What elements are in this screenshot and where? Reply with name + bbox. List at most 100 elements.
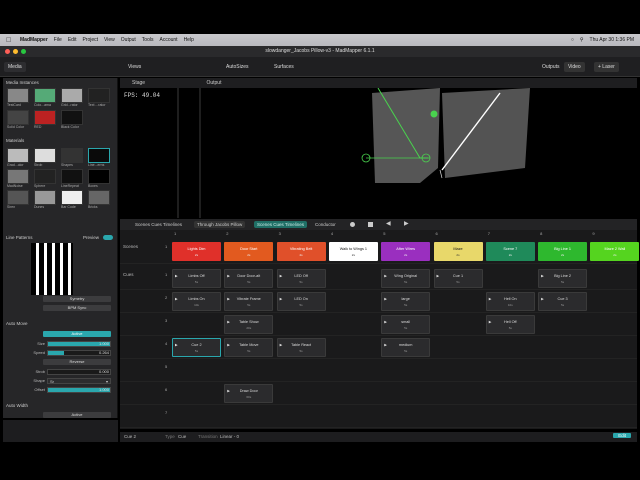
cue-cell[interactable]: ▶ Big Line 2 5s [538,269,588,288]
menu-output[interactable]: Output [121,37,136,43]
cue-cell[interactable]: ▶ Hell On 10s [485,292,535,311]
menubar:  MadMapper File Edit Project View Outpu… [0,34,640,46]
material-thumb[interactable] [61,190,83,205]
material-thumb[interactable] [61,148,83,163]
auto-move-active-button[interactable]: Active [43,331,111,337]
cue-cell[interactable]: ▶ Cue 2 5s [172,338,221,357]
next-button[interactable]: ▶ [404,220,409,227]
media-thumb[interactable] [34,110,56,125]
cue-cell[interactable]: ▶ large 5s [381,292,431,311]
column-number: 1 [174,231,177,236]
shape-select[interactable]: Sr ▾ [47,378,111,384]
window-title: slowdanger_Jacobs Pillow-v3 - MadMapper … [265,48,375,54]
minimize-window-button[interactable] [13,49,18,54]
tab-conductor[interactable]: Conductor [312,221,339,228]
material-label: Sphere [34,184,46,188]
material-thumb[interactable] [88,190,110,205]
scene-cell[interactable]: Maze 2s [433,242,483,261]
stage-view[interactable]: Stage Output FPS: 49.04 [120,78,637,218]
preview-toggle[interactable] [103,235,113,240]
scene-cell[interactable]: After Wires 2s [381,242,431,261]
menu-app[interactable]: MadMapper [20,37,48,43]
views-button[interactable]: Views [124,62,145,72]
material-thumb[interactable] [34,190,56,205]
cue-duration: 60s [246,395,252,399]
output-label[interactable]: Output [206,80,221,86]
media-thumb[interactable] [61,88,83,103]
media-thumb[interactable] [7,88,29,103]
close-window-button[interactable] [5,49,10,54]
cue-name: Big Line 2 [554,274,572,278]
cue-cell[interactable]: ▶ Wing Original 5s [381,269,431,288]
zoom-window-button[interactable] [21,49,26,54]
cue-cell[interactable]: ▶ Limbs On 10s [172,292,221,311]
menu-help[interactable]: Help [184,37,194,43]
scene-duration: 2s [404,253,408,257]
auto-width-active-button[interactable]: Active [43,412,111,418]
apple-icon[interactable]:  [6,37,14,44]
surfaces-button[interactable]: Surfaces [270,62,298,72]
reverse-button[interactable]: Reverse [43,359,111,365]
cue-name: Cue 1 [452,274,464,278]
scene-cell[interactable]: Walk to Wings 1 2s [328,242,378,261]
cue-cell[interactable]: ▶ Table Move 5s [224,338,274,357]
media-button[interactable]: Media [4,62,26,72]
material-thumb[interactable] [88,169,110,184]
material-thumb[interactable] [7,169,29,184]
cue-cell[interactable]: ▶ small 5s [381,315,431,334]
scene-cell[interactable]: Big Line 1 2s [538,242,588,261]
cue-duration: 5s [194,280,199,284]
cue-cell[interactable]: ▶ Table Show 20s [224,315,274,334]
material-thumb[interactable] [7,190,29,205]
outputs-button[interactable]: Outputs [538,62,564,72]
cue-cell[interactable]: ▶ medium 5s [381,338,431,357]
menu-view[interactable]: View [104,37,115,43]
cue-cell[interactable]: ▶ Door Door-alt 5s [224,269,274,288]
symetry-button[interactable]: Symetry [43,296,111,302]
material-thumb[interactable] [34,148,56,163]
media-thumb[interactable] [61,110,83,125]
cue-cell[interactable]: ▶ Table React 5s [276,338,326,357]
tab-scenes-cues-timelines[interactable]: Scenes Cues Timelines [254,221,308,228]
tab-through-jacobs[interactable]: Through Jacobs Pillow [194,221,246,228]
add-laser-button[interactable]: + Laser [594,62,619,72]
cue-cell[interactable]: ▶ LED On 5s [276,292,326,311]
menu-file[interactable]: File [54,37,62,43]
stop-button[interactable] [368,222,373,227]
stage-canvas[interactable] [120,88,637,218]
scene-cell[interactable]: Maze 2 Wall 2s [590,242,640,261]
cue-name: Table Move [239,343,259,347]
video-button[interactable]: Video [564,62,585,72]
wifi-icon[interactable]: ○ [571,37,574,43]
record-button[interactable] [350,222,355,227]
cue-cell[interactable]: ▶ LED Off 5s [276,269,326,288]
bpm-sync-button[interactable]: BPM Sync [43,305,111,311]
search-icon[interactable]: ⚲ [580,37,584,43]
media-thumb[interactable] [7,110,29,125]
edit-button[interactable]: Edit [613,433,631,438]
menu-project[interactable]: Project [82,37,98,43]
material-thumb[interactable] [7,148,29,163]
menu-account[interactable]: Account [159,37,177,43]
cue-cell[interactable]: ▶ Draw Door 60s [224,384,274,403]
scene-cell[interactable]: Door Start 2s [224,242,274,261]
tab-scenes-cues[interactable]: Scenes Cues Timelines [132,221,185,228]
cue-cell[interactable]: ▶ Cue 1 5s [433,269,483,288]
cue-cell[interactable]: ▶ Hell Off 5s [485,315,535,334]
media-thumb[interactable] [34,88,56,103]
scene-cell[interactable]: Vibrating Belt 2s [276,242,326,261]
scene-cell[interactable]: Scene 7 2s [485,242,535,261]
material-thumb[interactable] [34,169,56,184]
menu-edit[interactable]: Edit [68,37,77,43]
prev-button[interactable]: ◀ [386,220,391,227]
menu-tools[interactable]: Tools [142,37,154,43]
material-thumb[interactable] [61,169,83,184]
cue-cell[interactable]: ▶ Cue 3 5s [538,292,588,311]
clock[interactable]: Thu Apr 30 1:36 PM [590,37,634,43]
scene-cell[interactable]: Lights Dim 2s [172,242,221,261]
autosizes-button[interactable]: AutoSizes [222,62,253,72]
media-thumb[interactable] [88,88,110,103]
cue-cell[interactable]: ▶ Vibrate Frame 5s [224,292,274,311]
cue-cell[interactable]: ▶ Limbs Off 5s [172,269,221,288]
material-thumb[interactable] [88,148,110,163]
